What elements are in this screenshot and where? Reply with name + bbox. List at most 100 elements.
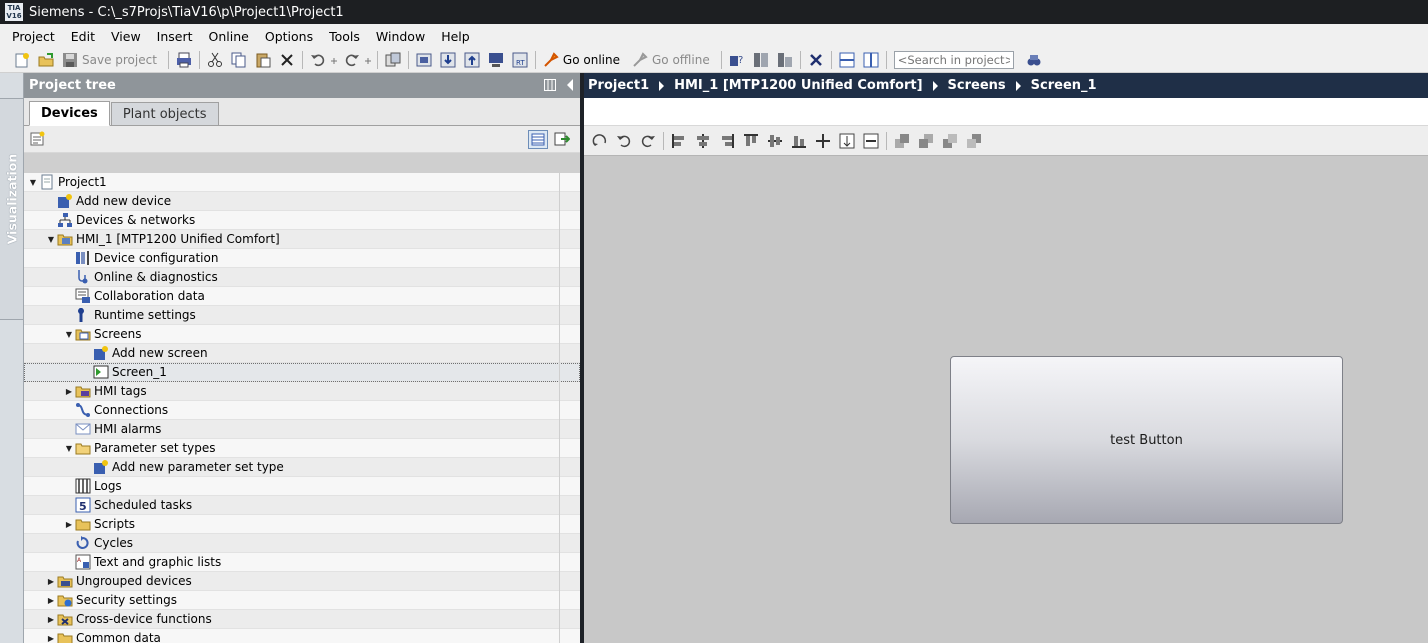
- breadcrumb-item[interactable]: HMI_1 [MTP1200 Unified Comfort]: [674, 78, 922, 93]
- tree-item-common-data[interactable]: ▶ Common data: [24, 629, 580, 643]
- menu-tools[interactable]: Tools: [321, 29, 368, 44]
- cross-reference-icon[interactable]: [808, 52, 824, 68]
- menu-insert[interactable]: Insert: [149, 29, 201, 44]
- start-cpu-icon[interactable]: [753, 52, 769, 68]
- collapse-arrow-icon[interactable]: ▼: [27, 173, 39, 192]
- collapse-panel-icon[interactable]: [566, 79, 574, 95]
- menu-edit[interactable]: Edit: [63, 29, 103, 44]
- tab-devices[interactable]: Devices: [29, 101, 110, 126]
- save-project-button[interactable]: Save project: [82, 53, 157, 67]
- tree-item-cross-device-functions[interactable]: ▶ Cross-device functions: [24, 610, 580, 629]
- tree-item-scheduled-tasks[interactable]: 5 Scheduled tasks: [24, 496, 580, 515]
- search-icon[interactable]: [1026, 52, 1042, 68]
- expand-arrow-icon[interactable]: ▶: [63, 382, 75, 401]
- start-simulation-icon[interactable]: [488, 52, 504, 68]
- accessible-devices-icon[interactable]: ?: [729, 52, 745, 68]
- tree-item-online-diagnostics[interactable]: Online & diagnostics: [24, 268, 580, 287]
- redo-icon[interactable]: [344, 52, 360, 68]
- undo-icon[interactable]: [310, 52, 326, 68]
- tree-item-runtime-settings[interactable]: Runtime settings: [24, 306, 580, 325]
- search-in-project-input[interactable]: [893, 51, 1014, 69]
- menu-view[interactable]: View: [103, 29, 149, 44]
- go-online-button[interactable]: Go online: [563, 53, 620, 67]
- collapse-arrow-icon[interactable]: ▼: [45, 230, 57, 249]
- cut-icon[interactable]: [207, 52, 223, 68]
- align-right-icon[interactable]: [719, 133, 735, 149]
- copy-icon[interactable]: [231, 52, 247, 68]
- tree-properties-icon[interactable]: [30, 131, 46, 150]
- breadcrumb-item[interactable]: Screen_1: [1031, 78, 1097, 93]
- align-top-icon[interactable]: [743, 133, 759, 149]
- delete-icon[interactable]: [279, 52, 295, 68]
- rotate-right-icon[interactable]: [640, 133, 656, 149]
- tree-item-parameter-set-types[interactable]: ▼ Parameter set types: [24, 439, 580, 458]
- expand-arrow-icon[interactable]: ▶: [63, 515, 75, 534]
- test-button[interactable]: test Button: [950, 356, 1343, 524]
- align-left-icon[interactable]: [671, 133, 687, 149]
- download-device-icon[interactable]: [416, 52, 432, 68]
- expand-arrow-icon[interactable]: ▶: [45, 572, 57, 591]
- split-horizontal-icon[interactable]: [839, 52, 855, 68]
- tab-plant-objects[interactable]: Plant objects: [110, 102, 219, 125]
- tree-item-scripts[interactable]: ▶ Scripts: [24, 515, 580, 534]
- tree-item-add-new-screen[interactable]: Add new screen: [24, 344, 580, 363]
- download-to-device-icon[interactable]: [440, 52, 456, 68]
- collapse-arrow-icon[interactable]: ▼: [63, 325, 75, 344]
- tree-item-collaboration-data[interactable]: Collaboration data: [24, 287, 580, 306]
- tree-item-hmi-alarms[interactable]: HMI alarms: [24, 420, 580, 439]
- tree-item-ungrouped-devices[interactable]: ▶ Ungrouped devices: [24, 572, 580, 591]
- go-offline-icon[interactable]: [632, 52, 648, 68]
- runtime-icon[interactable]: RT: [512, 52, 528, 68]
- tree-item-devices-networks[interactable]: Devices & networks: [24, 211, 580, 230]
- menu-project[interactable]: Project: [4, 29, 63, 44]
- rotate-icon[interactable]: [592, 133, 608, 149]
- go-online-icon[interactable]: [543, 52, 559, 68]
- screen-canvas[interactable]: test Button: [584, 157, 1428, 643]
- expand-arrow-icon[interactable]: ▶: [45, 591, 57, 610]
- tree-item-cycles[interactable]: Cycles: [24, 534, 580, 553]
- align-middle-icon[interactable]: [767, 133, 783, 149]
- expand-arrow-icon[interactable]: ▶: [45, 629, 57, 643]
- rotate-left-icon[interactable]: [616, 133, 632, 149]
- open-project-icon[interactable]: [38, 52, 54, 68]
- align-bottom-icon[interactable]: [791, 133, 807, 149]
- breadcrumb-item[interactable]: Screens: [948, 78, 1006, 93]
- menu-window[interactable]: Window: [368, 29, 433, 44]
- same-height-icon[interactable]: [839, 133, 855, 149]
- compile-icon[interactable]: [385, 52, 401, 68]
- tree-item-hmi-tags[interactable]: ▶ HMI tags: [24, 382, 580, 401]
- expand-arrow-icon[interactable]: ▶: [45, 610, 57, 629]
- details-view-icon[interactable]: [528, 130, 548, 149]
- breadcrumb-item[interactable]: Project1: [588, 78, 649, 93]
- backward-one-icon[interactable]: [966, 133, 982, 149]
- new-project-icon[interactable]: [14, 52, 30, 68]
- menu-help[interactable]: Help: [433, 29, 478, 44]
- tree-item-hmi-1-mtp1200-unified-comfort[interactable]: ▼ HMI_1 [MTP1200 Unified Comfort]: [24, 230, 580, 249]
- tree-item-logs[interactable]: Logs: [24, 477, 580, 496]
- tree-item-add-new-device[interactable]: Add new device: [24, 192, 580, 211]
- export-tree-icon[interactable]: [554, 131, 571, 150]
- tree-item-project1[interactable]: ▼ Project1: [24, 173, 580, 192]
- menu-options[interactable]: Options: [257, 29, 321, 44]
- same-width-icon[interactable]: [863, 133, 879, 149]
- tree-item-security-settings[interactable]: ▶ Security settings: [24, 591, 580, 610]
- tree-item-text-and-graphic-lists[interactable]: A Text and graphic lists: [24, 553, 580, 572]
- save-icon[interactable]: [62, 52, 78, 68]
- tree-item-screens[interactable]: ▼ Screens: [24, 325, 580, 344]
- upload-from-device-icon[interactable]: [464, 52, 480, 68]
- menu-online[interactable]: Online: [201, 29, 257, 44]
- align-center-icon[interactable]: [695, 133, 711, 149]
- redo-dropdown-icon[interactable]: [364, 52, 372, 68]
- paste-icon[interactable]: [255, 52, 271, 68]
- tree-item-connections[interactable]: Connections: [24, 401, 580, 420]
- collapse-arrow-icon[interactable]: ▼: [63, 439, 75, 458]
- go-offline-button[interactable]: Go offline: [652, 53, 710, 67]
- forward-one-icon[interactable]: [942, 133, 958, 149]
- tree-item-screen-1[interactable]: Screen_1: [24, 363, 580, 382]
- tree-item-device-configuration[interactable]: Device configuration: [24, 249, 580, 268]
- center-icon[interactable]: [815, 133, 831, 149]
- undo-dropdown-icon[interactable]: [330, 52, 338, 68]
- bring-to-front-icon[interactable]: [894, 133, 910, 149]
- visualization-side-tab[interactable]: Visualization: [0, 98, 23, 320]
- send-to-back-icon[interactable]: [918, 133, 934, 149]
